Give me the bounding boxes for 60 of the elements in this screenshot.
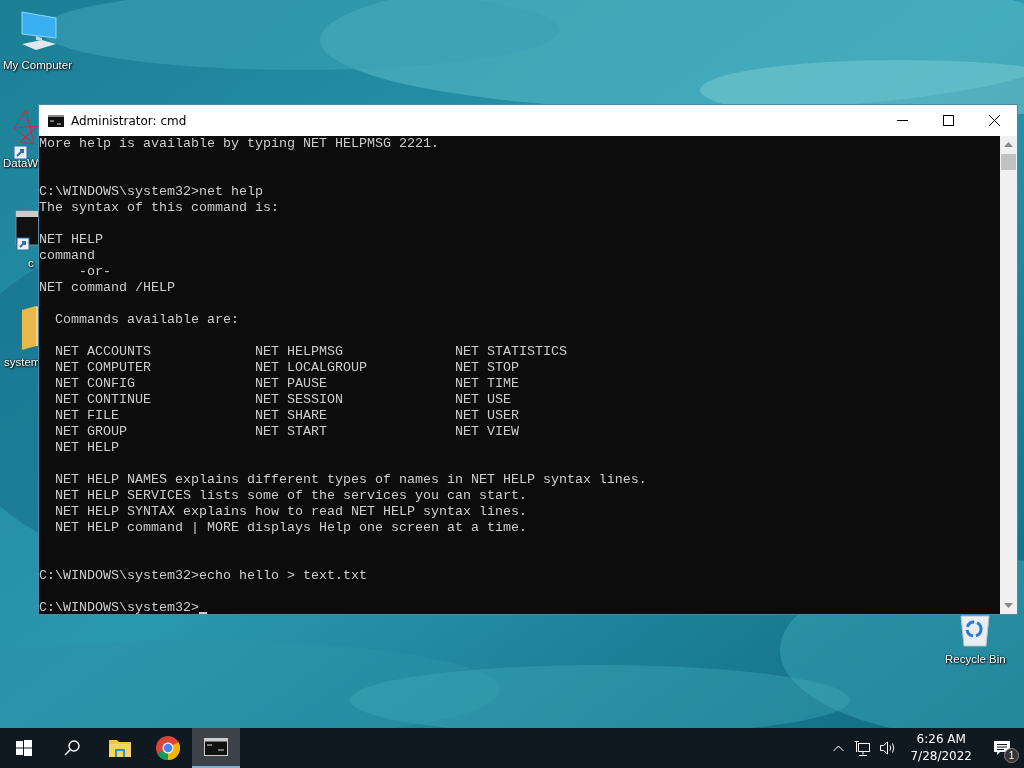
console-button[interactable] — [192, 728, 240, 768]
command-name: NET SHARE — [255, 408, 328, 424]
command-name: NET HELP — [55, 440, 120, 456]
command-name: NET USE — [455, 392, 512, 408]
browser-icon — [156, 736, 180, 760]
console-icon — [204, 738, 228, 756]
console-line: NET HELP SYNTAX explains how to read NET HELP syntax lines. — [54, 504, 527, 520]
minimize-icon — [896, 120, 908, 121]
maximize-icon — [942, 115, 954, 126]
console-line: Commands available are: — [54, 312, 239, 328]
command-prompt: C:\WINDOWS\system32> — [39, 600, 199, 614]
windows-logo-icon — [16, 740, 32, 756]
command-name: NET USER — [455, 408, 520, 424]
clock-button[interactable]: 6:26 AM 7/28/2022 — [902, 731, 980, 765]
up-arrow-icon — [1004, 142, 1013, 147]
console-line: NET HELP command | MORE displays Help one screen at a time. — [54, 520, 527, 536]
notification-icon — [994, 740, 1010, 756]
command-name: NET SESSION — [255, 392, 344, 408]
scrollbar-thumb[interactable] — [1001, 154, 1016, 170]
command-name: NET PAUSE — [255, 376, 328, 392]
window-title: Administrator: cmd — [71, 113, 187, 128]
command-name: NET CONFIG — [55, 376, 136, 392]
text-cursor — [198, 612, 207, 614]
recycle-bin-icon — [958, 614, 992, 648]
command-name: NET STATISTICS — [455, 344, 568, 360]
command-name: NET STOP — [455, 360, 520, 376]
console-line: -or- — [78, 264, 111, 280]
caret-icon — [833, 745, 845, 751]
icon-label: c — [28, 256, 34, 271]
command-name: NET CONTINUE — [55, 392, 152, 408]
command-name: NET HELPMSG — [255, 344, 344, 360]
close-icon — [988, 115, 1000, 126]
command-name: NET GROUP — [55, 424, 128, 440]
network-icon — [854, 740, 871, 756]
console-line: The syntax of this command is: — [39, 200, 279, 216]
command-name: NET ACCOUNTS — [55, 344, 152, 360]
console-line: command — [39, 248, 95, 264]
search-icon — [64, 740, 80, 756]
command-name: NET FILE — [55, 408, 120, 424]
notification-count: 1 — [1004, 748, 1019, 763]
icon-label: Recycle Bin — [945, 652, 1006, 667]
console-line: C:\WINDOWS\system32>echo hello > text.txt — [39, 568, 367, 584]
console-line: NET HELP SERVICES lists some of the services you can start. — [54, 488, 527, 504]
console-line: NET HELP NAMES explains different types of names in NET HELP syntax lines. — [54, 472, 647, 488]
command-name: NET START — [255, 424, 328, 440]
console-line: More help is available by typing NET HELPMSG 2221. — [39, 136, 439, 152]
console-icon — [48, 114, 64, 127]
command-name: NET VIEW — [455, 424, 520, 440]
command-name: NET COMPUTER — [55, 360, 152, 376]
icon-label: DataW — [3, 156, 39, 171]
down-arrow-icon — [1004, 603, 1013, 608]
scrollbar[interactable] — [1000, 136, 1017, 614]
command-name: NET LOCALGROUP — [255, 360, 368, 376]
icon-label: My Computer — [3, 58, 73, 73]
console-line: NET command /HELP — [39, 280, 175, 296]
command-name: NET TIME — [455, 376, 520, 392]
console-line: C:\WINDOWS\system32>net help — [39, 184, 263, 200]
folder-icon — [109, 739, 131, 757]
notifications-button[interactable]: 1 — [980, 728, 1024, 768]
console-line: NET HELP — [39, 232, 103, 248]
